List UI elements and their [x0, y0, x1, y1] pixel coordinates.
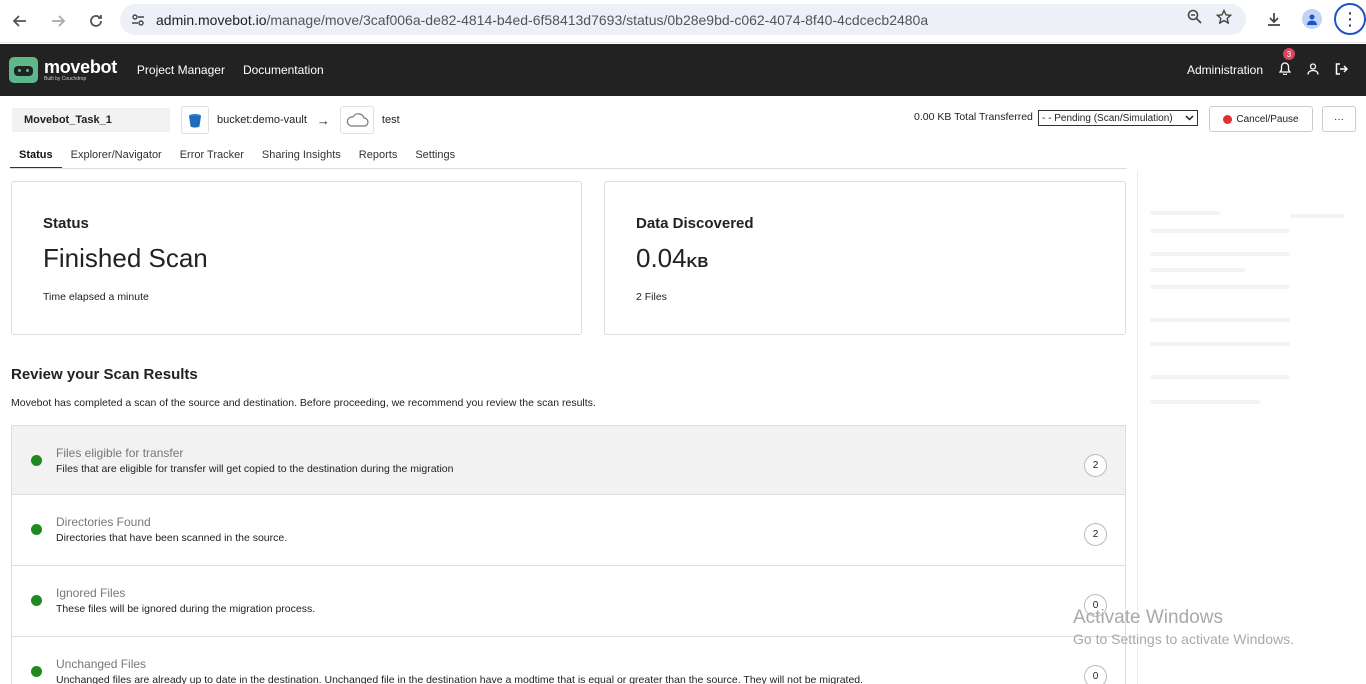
watermark-line1: Activate Windows: [1073, 607, 1223, 628]
forward-icon[interactable]: [40, 3, 76, 39]
tab-divider: [10, 168, 1127, 169]
status-dot-icon: [31, 455, 42, 466]
url-host: admin.movebot.io: [156, 11, 267, 28]
task-state-select[interactable]: - - Pending (Scan/Simulation): [1038, 110, 1198, 126]
tab-error-tracker[interactable]: Error Tracker: [171, 143, 253, 169]
profile-icon[interactable]: [1296, 3, 1328, 35]
status-card: Status Finished Scan Time elapsed a minu…: [11, 181, 582, 335]
back-icon[interactable]: [2, 3, 38, 39]
site-info-icon[interactable]: [120, 13, 156, 27]
cancel-pause-button[interactable]: Cancel/Pause: [1209, 106, 1313, 132]
download-icon[interactable]: [1258, 3, 1290, 35]
nav-administration[interactable]: Administration: [1187, 63, 1263, 77]
data-card-value: 0.04KB: [636, 243, 708, 274]
status-dot-icon: [31, 595, 42, 606]
result-title: Files eligible for transfer: [56, 446, 184, 460]
result-ignored-files[interactable]: Ignored Files These files will be ignore…: [11, 566, 1126, 637]
user-icon[interactable]: [1307, 62, 1319, 78]
tab-bar: Status Explorer/Navigator Error Tracker …: [10, 143, 464, 169]
tab-sharing-insights[interactable]: Sharing Insights: [253, 143, 350, 169]
task-name: Movebot_Task_1: [12, 108, 170, 132]
address-bar[interactable]: admin.movebot.io/manage/move/3caf006a-de…: [120, 4, 1246, 35]
browser-toolbar: admin.movebot.io/manage/move/3caf006a-de…: [0, 0, 1366, 43]
result-title: Ignored Files: [56, 586, 126, 600]
stop-icon: [1223, 114, 1233, 124]
browser-menu-icon[interactable]: ⋮: [1334, 3, 1366, 35]
data-card-title: Data Discovered: [636, 215, 754, 232]
source-label: bucket:demo-vault: [217, 114, 307, 126]
data-card-files: 2 Files: [636, 291, 667, 303]
nav-project-manager[interactable]: Project Manager: [137, 63, 225, 77]
result-description: Unchanged files are already up to date i…: [56, 674, 864, 684]
arrow-right-icon: →: [316, 112, 330, 128]
result-title: Unchanged Files: [56, 657, 147, 671]
status-card-title: Status: [43, 215, 89, 232]
status-card-elapsed: Time elapsed a minute: [43, 291, 149, 303]
url-text[interactable]: admin.movebot.io/manage/move/3caf006a-de…: [156, 12, 1187, 28]
tab-reports[interactable]: Reports: [350, 143, 407, 169]
destination-label: test: [381, 114, 400, 126]
cloud-icon: [339, 106, 374, 134]
result-title: Directories Found: [56, 515, 151, 529]
status-dot-icon: [31, 524, 42, 535]
scan-results-list: Files eligible for transfer Files that a…: [11, 425, 1126, 684]
result-description: Files that are eligible for transfer wil…: [56, 463, 454, 475]
tab-explorer-navigator[interactable]: Explorer/Navigator: [62, 143, 171, 169]
status-dot-icon: [31, 666, 42, 677]
result-description: These files will be ignored during the m…: [56, 603, 316, 615]
data-discovered-card: Data Discovered 0.04KB 2 Files: [604, 181, 1126, 335]
cancel-pause-label: Cancel/Pause: [1236, 113, 1299, 125]
bookmark-star-icon[interactable]: [1215, 8, 1233, 30]
more-options-button[interactable]: ···: [1322, 106, 1356, 132]
watermark-line2: Go to Settings to activate Windows.: [1073, 631, 1294, 647]
task-header: Movebot_Task_1 bucket:demo-vault → test …: [0, 104, 1366, 134]
result-description: Directories that have been scanned in th…: [56, 532, 288, 544]
data-card-number: 0.04: [636, 243, 687, 273]
bucket-icon: [181, 106, 209, 134]
status-card-value: Finished Scan: [43, 243, 208, 273]
brand-tagline: Built by Couchdrop: [44, 76, 87, 82]
task-state-value: - - Pending (Scan/Simulation): [1042, 112, 1173, 124]
logout-icon[interactable]: [1335, 62, 1349, 78]
chevron-down-icon: [1185, 113, 1194, 124]
app-navbar: movebot Built by Couchdrop Project Manag…: [0, 44, 1366, 96]
zoom-icon[interactable]: [1187, 9, 1202, 30]
data-card-unit: KB: [686, 254, 709, 271]
movebot-logo[interactable]: movebot Built by Couchdrop: [9, 57, 117, 83]
robot-icon: [9, 57, 38, 83]
tab-status[interactable]: Status: [10, 143, 62, 169]
bell-icon[interactable]: 3: [1278, 48, 1295, 78]
result-files-eligible[interactable]: Files eligible for transfer Files that a…: [11, 425, 1126, 495]
total-transferred: 0.00 KB Total Transferred: [914, 111, 1033, 123]
notification-badge: 3: [1283, 48, 1295, 60]
result-directories-found[interactable]: Directories Found Directories that have …: [11, 495, 1126, 566]
reload-icon[interactable]: [78, 3, 114, 39]
review-title: Review your Scan Results: [11, 366, 198, 383]
result-unchanged-files[interactable]: Unchanged Files Unchanged files are alre…: [11, 637, 1126, 684]
result-count-badge: 0: [1084, 665, 1107, 684]
windows-activation-watermark: Activate Windows Go to Settings to activ…: [1073, 607, 1294, 647]
tab-settings[interactable]: Settings: [406, 143, 464, 169]
review-description: Movebot has completed a scan of the sour…: [11, 397, 596, 409]
result-count-badge: 2: [1084, 523, 1107, 546]
brand-name: movebot: [44, 57, 117, 77]
result-count-badge: 2: [1084, 454, 1107, 477]
url-path: /manage/move/3caf006a-de82-4814-b4ed-6f5…: [266, 11, 929, 28]
nav-documentation[interactable]: Documentation: [243, 63, 324, 77]
